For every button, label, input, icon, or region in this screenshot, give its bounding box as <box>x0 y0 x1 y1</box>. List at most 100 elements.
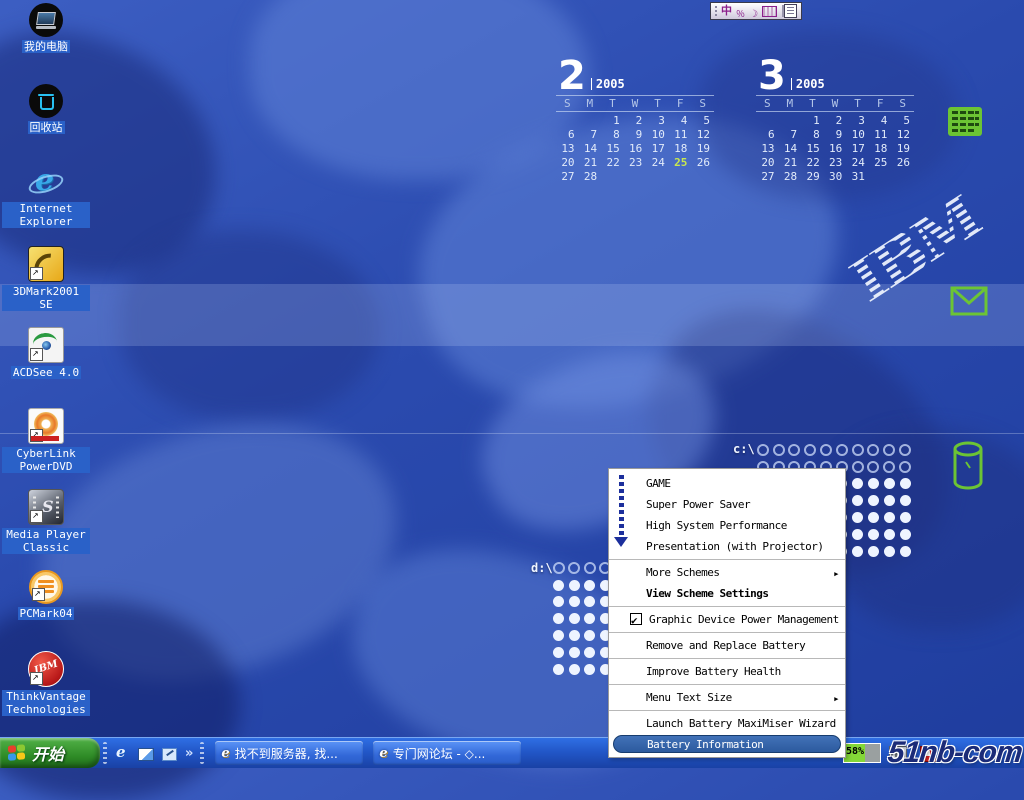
ime-symbol-icon[interactable] <box>736 2 745 21</box>
calendar-dayname: S <box>691 97 714 110</box>
calendar-day: 16 <box>624 143 647 155</box>
calendar-day <box>669 171 692 183</box>
disk-usage-dot <box>868 546 879 557</box>
menu-item[interactable]: Graphic Device Power Management <box>609 609 845 630</box>
calendar-day: 12 <box>891 129 914 141</box>
outlook-express-icon[interactable] <box>138 748 154 761</box>
calendar-day: 3 <box>846 115 869 127</box>
calendar-grid: 1234567891011121314151617181920212223242… <box>756 115 914 183</box>
calendar-day <box>891 171 914 183</box>
soft-keyboard-icon[interactable] <box>762 6 777 17</box>
calendar-day: 5 <box>691 115 714 127</box>
calendar-dayname: W <box>824 97 847 110</box>
desktop-icon-label: Media Player Classic <box>2 528 90 554</box>
wallpaper-thin-line <box>0 433 1024 434</box>
disk-usage-dot <box>852 478 863 489</box>
menu-item-label: Launch Battery MaxiMiser Wizard <box>646 717 836 730</box>
taskbar-button[interactable]: e找不到服务器, 找... <box>215 741 363 765</box>
calendar-day: 28 <box>779 171 802 183</box>
start-button[interactable]: 开始 <box>0 738 100 768</box>
disk-usage-dot <box>553 596 564 607</box>
quicklaunch-overflow-chevron[interactable]: » <box>185 746 193 761</box>
calendar-march: 3 2005 SMTWTFS 1234567891011121314151617… <box>756 56 914 183</box>
disk-usage-dot <box>584 647 595 658</box>
desktop-icon-acdsee[interactable]: ACDSee 4.0 <box>2 327 90 408</box>
disk-usage-dot <box>868 478 879 489</box>
menu-item[interactable]: Improve Battery Health <box>609 661 845 682</box>
menu-item[interactable]: Battery Information <box>613 735 841 753</box>
ime-language-indicator[interactable]: 中 <box>721 4 732 18</box>
mpc-icon <box>28 489 64 525</box>
menu-item[interactable]: Presentation (with Projector) <box>609 536 845 557</box>
disk-usage-dot <box>899 461 911 473</box>
language-bar[interactable]: 中 <box>710 2 802 20</box>
my-computer-icon <box>29 3 63 37</box>
menu-item[interactable]: Remove and Replace Battery <box>609 635 845 656</box>
taskbar-button[interactable]: e专门网论坛 - ◇... <box>373 741 521 765</box>
desktop-icon-mpc[interactable]: Media Player Classic <box>2 489 90 570</box>
calendar-grid: 1234567891011121314151617181920212223242… <box>556 115 714 183</box>
calendar-year: 2005 <box>791 78 825 90</box>
disk-usage-dot <box>867 461 879 473</box>
disk-usage-dot <box>553 580 564 591</box>
menu-item[interactable]: More Schemes <box>609 562 845 583</box>
menu-item[interactable]: Menu Text Size <box>609 687 845 708</box>
calendar-day: 7 <box>779 129 802 141</box>
menu-separator <box>609 606 845 607</box>
calendar-header: 2 2005 <box>556 56 714 92</box>
desktop-icon-pcmark[interactable]: PCMark04 <box>2 570 90 651</box>
desktop-icon-my-computer[interactable]: 我的电脑 <box>2 3 90 84</box>
calendar-day: 1 <box>601 115 624 127</box>
quicklaunch-grip[interactable] <box>103 742 107 764</box>
recycle-bin-icon <box>29 84 63 118</box>
calendar-day: 19 <box>691 143 714 155</box>
taskband-grip[interactable] <box>200 742 204 764</box>
battery-meter[interactable]: 58% <box>843 743 881 763</box>
calendar-day <box>579 115 602 127</box>
menu-item-label: Super Power Saver <box>646 498 750 511</box>
pcmark-icon <box>29 570 63 604</box>
calendar-day: 27 <box>756 171 779 183</box>
calendar-day: 8 <box>801 129 824 141</box>
desktop-icon-powerdvd[interactable]: CyberLink PowerDVD <box>2 408 90 489</box>
calendar-day: 25 <box>869 157 892 169</box>
desktop-icon-internet-explorer[interactable]: Internet Explorer <box>2 165 90 246</box>
shortcut-arrow-icon <box>30 672 43 685</box>
calendar-day: 15 <box>801 143 824 155</box>
shortcut-arrow-icon <box>30 429 43 442</box>
menu-item[interactable]: High System Performance <box>609 515 845 536</box>
disk-usage-dot <box>884 529 895 540</box>
calendar-day: 13 <box>756 143 779 155</box>
calendar-dayname: T <box>646 97 669 110</box>
internet-explorer-icon[interactable] <box>114 746 130 761</box>
menu-item-label: GAME <box>646 477 671 490</box>
disk-usage-dot <box>569 613 580 624</box>
calendar-day: 7 <box>579 129 602 141</box>
desktop-icon-thinkvantage[interactable]: ThinkVantage Technologies <box>2 651 90 732</box>
ime-halfwidth-icon[interactable] <box>749 2 758 21</box>
disk-usage-dot <box>569 580 580 591</box>
calendar-day: 24 <box>646 157 669 169</box>
writing-pad-icon[interactable] <box>784 4 797 18</box>
disk-usage-dot <box>569 596 580 607</box>
calendar-day <box>601 171 624 183</box>
disk-usage-dot <box>899 444 911 456</box>
disk-usage-dot <box>852 444 864 456</box>
calendar-day: 17 <box>846 143 869 155</box>
show-desktop-icon[interactable] <box>162 748 177 761</box>
desktop-icon-label: 我的电脑 <box>22 40 70 53</box>
langbar-grip[interactable] <box>715 6 717 17</box>
menu-item[interactable]: Launch Battery MaxiMiser Wizard <box>609 713 845 734</box>
menu-item[interactable]: View Scheme Settings <box>609 583 845 604</box>
calendar-dayname: T <box>801 97 824 110</box>
desktop-icon-3dmark[interactable]: 3DMark2001 SE <box>2 246 90 327</box>
internet-explorer-icon: e <box>379 746 387 761</box>
disk-usage-dot <box>584 630 595 641</box>
calendar-day: 4 <box>669 115 692 127</box>
calendar-dayname: W <box>624 97 647 110</box>
desktop-icon-recycle-bin[interactable]: 回收站 <box>2 84 90 165</box>
menu-item[interactable]: GAME <box>609 473 845 494</box>
power-scheme-menu: GAME Super Power Saver High System Perform… <box>608 468 846 758</box>
menu-item[interactable]: Super Power Saver <box>609 494 845 515</box>
checkbox-checked-icon <box>630 613 642 625</box>
